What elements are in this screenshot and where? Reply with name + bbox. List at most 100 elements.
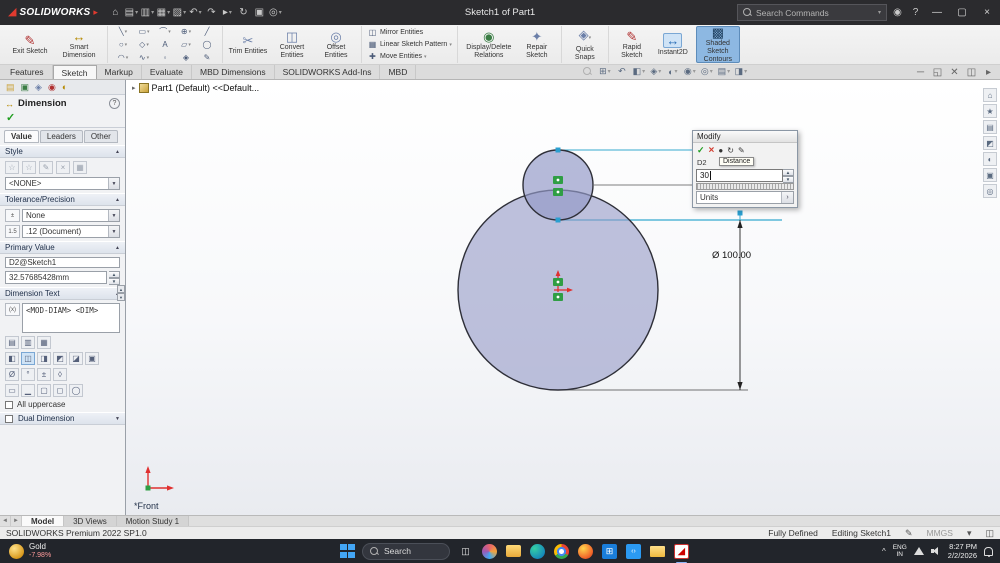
modify-dialog[interactable]: Modify ✓ × ● ↻ ✎ D2 Distance 30 ▲ ▼ Unit… xyxy=(692,130,798,208)
apply-default-style-icon[interactable]: ☆ xyxy=(5,161,19,174)
tab-sketch[interactable]: Sketch xyxy=(52,65,97,79)
save-icon[interactable]: ▦ ▾ xyxy=(156,4,171,22)
handle-tangent[interactable] xyxy=(555,217,561,223)
style-select[interactable]: <NONE> ▼ xyxy=(5,177,120,190)
dimxpert-manager-tab-icon[interactable]: ◉ xyxy=(48,82,56,92)
section-primary-value[interactable]: Primary Value ▲ xyxy=(0,241,125,254)
align-left-icon[interactable]: ◧ xyxy=(5,352,19,365)
tab-scroll-left-icon[interactable]: ◄ xyxy=(0,516,11,526)
file-properties-icon[interactable]: ▣ xyxy=(252,4,267,22)
user-account-icon[interactable]: ◉ xyxy=(890,4,905,22)
circle-tool-icon[interactable]: ○ ▾ xyxy=(113,39,133,51)
sketch-canvas[interactable] xyxy=(126,80,1000,515)
inspection-style-icon[interactable]: ◯ xyxy=(69,384,83,397)
dropdown-arrow-icon[interactable]: ▼ xyxy=(108,226,119,237)
feature-manager-tab-icon[interactable]: ▤ xyxy=(6,82,15,92)
feature-tree-root[interactable]: Part1 (Default) <<Default... xyxy=(152,83,260,93)
diameter-dimension-label[interactable]: Ø 100.00 xyxy=(712,250,751,261)
construction-tool-icon[interactable]: ◯ xyxy=(197,39,217,51)
edge-button[interactable] xyxy=(529,543,546,560)
tab-markup[interactable]: Markup xyxy=(97,65,142,79)
justify-center-icon[interactable]: ▥ xyxy=(21,336,35,349)
help-icon[interactable]: ? xyxy=(908,4,923,22)
rebuild-icon[interactable]: ↻ xyxy=(236,4,251,22)
shaded-sketch-contours-button[interactable]: ▩ Shaded Sketch Contours xyxy=(695,26,740,63)
tab-mbd-dimensions[interactable]: MBD Dimensions xyxy=(192,65,275,79)
thumbwheel-slider[interactable] xyxy=(696,183,794,190)
save-style-icon[interactable]: ▦ xyxy=(73,161,87,174)
rapid-sketch-button[interactable]: ✎ Rapid Sketch xyxy=(614,26,650,63)
store-button[interactable]: ⊞ xyxy=(601,543,618,560)
maximize-button[interactable]: ▢ xyxy=(951,1,973,25)
taskbar-search[interactable]: Search xyxy=(362,542,450,560)
justify-left-icon[interactable]: ▤ xyxy=(5,336,19,349)
home-icon[interactable]: ⌂ xyxy=(108,4,123,22)
line-tool-icon[interactable]: ╲ ▾ xyxy=(113,26,133,38)
update-style-icon[interactable]: ✎ xyxy=(39,161,53,174)
modify-dialog-titlebar[interactable]: Modify xyxy=(693,131,797,143)
tab-3d-views[interactable]: 3D Views xyxy=(64,516,117,526)
fillet-tool-icon[interactable]: ⊕ ▾ xyxy=(176,26,196,38)
section-tolerance-precision[interactable]: Tolerance/Precision ▲ xyxy=(0,193,125,206)
dimension-text-area[interactable]: <MOD-DIAM> <DIM> xyxy=(22,303,120,333)
ellipse-tool-icon[interactable]: ⌒ ▾ xyxy=(155,26,175,38)
tab-evaluate[interactable]: Evaluate xyxy=(142,65,192,79)
align-right-icon[interactable]: ◨ xyxy=(37,352,51,365)
value-spinner[interactable]: ▲ ▼ xyxy=(109,271,120,285)
feature-tree-flyout[interactable]: ▸ Part1 (Default) <<Default... xyxy=(132,83,259,93)
align-top-icon[interactable]: ◩ xyxy=(53,352,67,365)
tree-expand-icon[interactable]: ▸ xyxy=(132,84,136,92)
accept-icon[interactable]: ✓ xyxy=(697,145,705,156)
menu-expand-arrow-icon[interactable]: ▸ xyxy=(93,7,98,18)
new-document-icon[interactable]: ▤ ▾ xyxy=(124,4,139,22)
view-settings-icon[interactable]: ◨ ▾ xyxy=(734,65,748,79)
tab-solidworks-add-ins[interactable]: SOLIDWORKS Add-Ins xyxy=(275,65,381,79)
diameter-symbol-icon[interactable]: Ø xyxy=(5,368,19,381)
dimension-value-field[interactable]: 32.57685428mm xyxy=(5,271,107,284)
pane-expand-icon[interactable]: ▸ xyxy=(981,65,996,79)
panel-help-icon[interactable]: ? xyxy=(109,98,120,109)
arc-tool-icon[interactable]: ◠ ▾ xyxy=(113,52,133,64)
network-icon[interactable] xyxy=(913,547,924,555)
convert-entities-button[interactable]: ◫ Convert Entities xyxy=(271,26,313,63)
status-options-icon[interactable]: ▾ xyxy=(967,528,972,539)
previous-view-icon[interactable]: ↶ xyxy=(615,65,628,79)
instant2d-button[interactable]: ↔ Instant2D xyxy=(653,26,693,63)
chrome-button[interactable] xyxy=(553,543,570,560)
design-library-icon[interactable]: ★ xyxy=(983,104,997,118)
sketch-pencil-icon[interactable]: ✎ xyxy=(905,528,913,539)
minimize-button[interactable]: — xyxy=(926,1,948,25)
section-dimension-text[interactable]: Dimension Text ▲ xyxy=(0,287,125,300)
options-icon[interactable]: ◎ ▾ xyxy=(268,4,283,22)
solidworks-taskbar-button[interactable]: ◢ xyxy=(673,543,690,563)
display-style-icon[interactable]: ◐ ▾ xyxy=(666,65,679,79)
edit-appearance-icon[interactable]: ◎ ▾ xyxy=(700,65,713,79)
point-tool-icon[interactable]: ◦ xyxy=(155,52,175,64)
offset-entities-button[interactable]: ◎ Offset Entities xyxy=(316,26,356,63)
weather-widget[interactable]: Gold -7.98% xyxy=(0,539,60,563)
open-document-icon[interactable]: ▥ ▾ xyxy=(140,4,155,22)
search-dropdown-icon[interactable]: ▾ xyxy=(878,9,881,16)
ok-checkmark-icon[interactable]: ✓ xyxy=(6,112,15,124)
volume-icon[interactable] xyxy=(930,547,941,556)
value-increment-stepper[interactable]: ▲ ▼ xyxy=(117,285,125,301)
modify-value-spinner[interactable]: ▲ ▼ xyxy=(783,169,794,183)
plane-tool-icon[interactable]: ◈ xyxy=(176,52,196,64)
more-symbols-icon[interactable]: ◊ xyxy=(53,368,67,381)
trim-entities-button[interactable]: ✂ Trim Entities xyxy=(228,26,268,63)
tab-leaders[interactable]: Leaders xyxy=(39,130,83,143)
zoom-fit-icon[interactable] xyxy=(581,65,594,79)
quick-snaps-button[interactable]: ◈▾ Quick Snaps xyxy=(567,26,603,63)
print-icon[interactable]: ▨ ▾ xyxy=(172,4,187,22)
apply-scene-icon[interactable]: ▤ ▾ xyxy=(717,65,731,79)
polygon-tool-icon[interactable]: ◇ ▾ xyxy=(134,39,154,51)
zoom-area-icon[interactable]: ⊞ ▾ xyxy=(598,65,611,79)
notification-bell-icon[interactable] xyxy=(984,546,993,557)
add-style-icon[interactable]: ☆ xyxy=(22,161,36,174)
doc-restore-icon[interactable]: ◱ xyxy=(930,65,945,79)
align-bottom-icon[interactable]: ▣ xyxy=(85,352,99,365)
reset-spin-icon[interactable]: ↻ xyxy=(727,146,734,155)
repair-sketch-button[interactable]: ✦ Repair Sketch xyxy=(518,26,556,63)
slot-tool-icon[interactable]: ▱ ▾ xyxy=(176,39,196,51)
dimension-name-field[interactable]: D2@Sketch1 xyxy=(5,257,120,268)
